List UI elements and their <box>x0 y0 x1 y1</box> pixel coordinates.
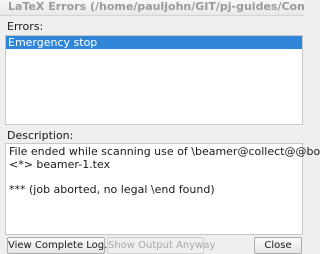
description-line <box>9 171 299 184</box>
close-button[interactable]: Close <box>254 237 302 254</box>
description-line: *** (job aborted, no legal \end found) <box>9 182 215 196</box>
view-complete-log-button[interactable]: View Complete Log... <box>7 237 114 254</box>
errors-label: Errors: <box>7 20 44 33</box>
description-line: File ended while scanning use of \beamer… <box>9 145 320 158</box>
description-line: <*> beamer-1.tex <box>9 157 111 171</box>
list-item[interactable]: Emergency stop <box>6 36 302 49</box>
description-text[interactable]: File ended while scanning use of \beamer… <box>5 143 320 235</box>
show-output-anyway-button[interactable]: Show Output Anyway <box>107 237 215 254</box>
errors-list[interactable]: Emergency stop <box>5 35 303 125</box>
description-label: Description: <box>7 129 74 142</box>
window-title: LaTeX Errors (/home/pauljohn/GIT/pj-guid… <box>0 0 304 16</box>
